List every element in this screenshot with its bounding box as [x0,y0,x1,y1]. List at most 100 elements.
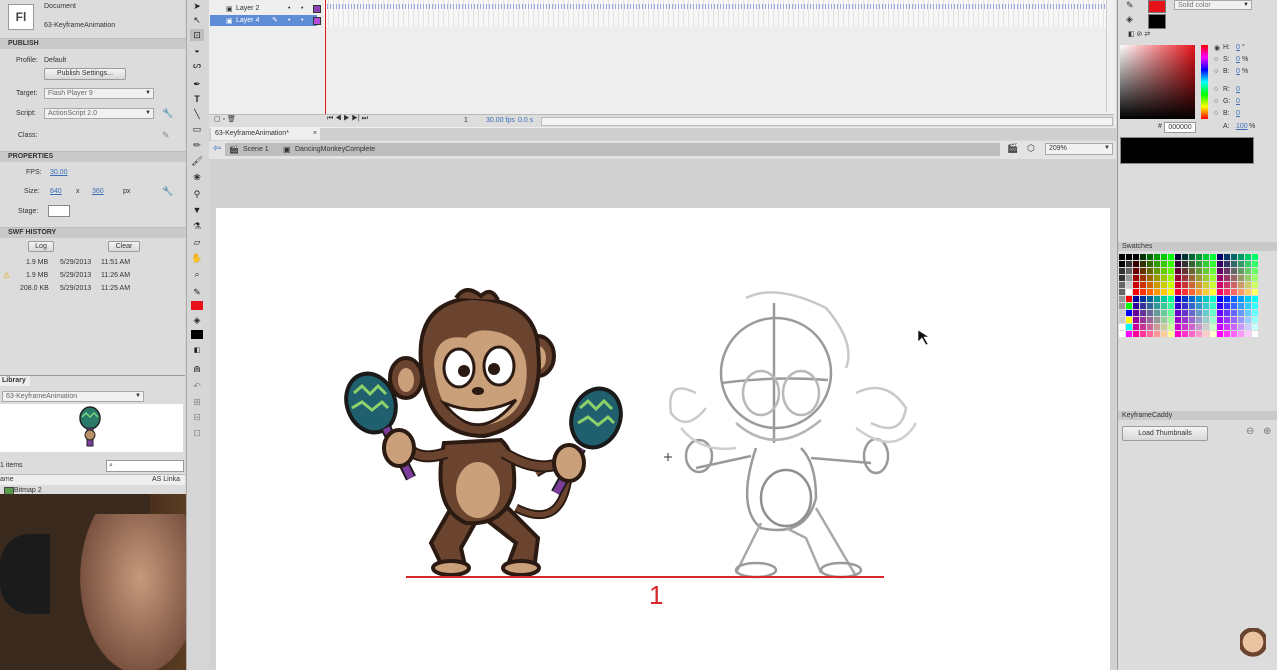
color-swatch[interactable] [1189,324,1195,330]
r-value[interactable]: 0 [1236,86,1240,93]
r-radio[interactable]: ○ [1214,86,1218,93]
color-swatch[interactable] [1231,282,1237,288]
color-swatch[interactable] [1231,289,1237,295]
eraser-tool-icon[interactable]: ▱ [190,236,204,248]
color-swatch[interactable] [1126,261,1132,267]
color-swatch[interactable] [1231,296,1237,302]
layer-buttons[interactable]: ▢ ▫ 🗑 [214,115,236,123]
lock-dot[interactable]: • [301,3,303,14]
color-swatch[interactable] [1189,268,1195,274]
color-swatch[interactable] [1203,275,1209,281]
color-swatch[interactable] [1196,324,1202,330]
color-swatch[interactable] [1252,303,1258,309]
color-swatch[interactable] [1182,331,1188,337]
color-swatch[interactable] [1175,275,1181,281]
color-swatch[interactable] [1189,261,1195,267]
close-tab-icon[interactable]: × [313,128,317,140]
color-swatch[interactable] [1245,261,1251,267]
color-swatch[interactable] [1196,289,1202,295]
color-swatch[interactable] [1189,303,1195,309]
fill-bucket-icon[interactable]: ◈ [1126,14,1133,25]
zoom-select[interactable]: 209% ▼ [1045,143,1113,155]
timeline-scrollbar[interactable] [541,117,1113,126]
color-swatch[interactable] [1203,296,1209,302]
color-swatch[interactable] [1154,331,1160,337]
color-swatch[interactable] [1168,317,1174,323]
color-swatch[interactable] [1175,303,1181,309]
color-swatch[interactable] [1168,282,1174,288]
color-swatch[interactable] [1147,296,1153,302]
color-option-icons[interactable]: ◧ ⊘ ⇄ [1128,30,1150,38]
color-swatch[interactable] [1196,275,1202,281]
color-swatch[interactable] [1168,254,1174,260]
color-swatch[interactable] [1147,282,1153,288]
color-swatch[interactable] [1119,331,1125,337]
color-swatch[interactable] [1245,331,1251,337]
color-swatch[interactable] [1245,324,1251,330]
color-swatch[interactable] [1189,310,1195,316]
color-swatch[interactable] [1224,317,1230,323]
color-swatch[interactable] [1182,275,1188,281]
color-swatch[interactable] [1133,303,1139,309]
color-swatch[interactable] [1119,275,1125,281]
color-swatch[interactable] [1175,261,1181,267]
stroke-color-chip[interactable] [1148,0,1166,13]
color-swatch[interactable] [1231,331,1237,337]
color-swatch[interactable] [1126,317,1132,323]
timeline-vscrollbar[interactable] [1106,0,1115,112]
alpha-value[interactable]: 100 [1236,123,1248,130]
color-picker-field[interactable] [1120,45,1195,119]
color-swatch[interactable] [1133,324,1139,330]
color-swatch[interactable] [1175,317,1181,323]
color-swatch[interactable] [1196,331,1202,337]
color-swatch[interactable] [1203,303,1209,309]
color-swatch[interactable] [1168,331,1174,337]
color-swatch[interactable] [1154,296,1160,302]
color-swatch[interactable] [1161,331,1167,337]
pencil-tool-icon[interactable]: ✏ [190,139,204,151]
hex-input[interactable]: 000000 [1164,122,1196,133]
color-swatch[interactable] [1154,310,1160,316]
color-swatch[interactable] [1196,282,1202,288]
g-radio[interactable]: ○ [1214,98,1218,105]
color-swatch[interactable] [1224,331,1230,337]
color-swatch[interactable] [1224,303,1230,309]
color-swatch[interactable] [1161,317,1167,323]
color-swatch[interactable] [1140,282,1146,288]
log-button[interactable]: Log [28,241,54,252]
layer-color-swatch[interactable] [313,17,321,25]
color-swatch[interactable] [1245,282,1251,288]
color-swatch[interactable] [1175,282,1181,288]
color-swatch[interactable] [1231,324,1237,330]
color-swatch[interactable] [1224,254,1230,260]
color-swatch[interactable] [1140,268,1146,274]
color-swatch[interactable] [1182,254,1188,260]
bone-tool-icon[interactable]: ⚲ [190,188,204,200]
color-swatch[interactable] [1238,303,1244,309]
back-arrow-icon[interactable]: ⇦ [213,143,221,154]
linkage-column[interactable]: AS Linka [152,476,180,483]
color-swatch[interactable] [1203,268,1209,274]
color-swatch[interactable] [1182,268,1188,274]
color-swatch[interactable] [1154,268,1160,274]
color-swatch[interactable] [1238,317,1244,323]
color-swatch[interactable] [1238,331,1244,337]
symbol-breadcrumb[interactable]: DancingMonkeyComplete [295,143,375,156]
fill-color-swatch[interactable] [191,330,203,339]
color-swatch[interactable] [1217,261,1223,267]
color-swatch[interactable] [1196,261,1202,267]
brush-tool-icon[interactable]: 🖌 [190,155,204,167]
g-value[interactable]: 0 [1236,98,1240,105]
color-swatch[interactable] [1210,317,1216,323]
fill-color-bucket-icon[interactable]: ◈ [190,314,204,326]
color-swatch[interactable] [1161,275,1167,281]
color-swatch[interactable] [1161,268,1167,274]
color-swatch[interactable] [1140,317,1146,323]
width-value[interactable]: 640 [50,188,62,195]
color-swatch[interactable] [1182,310,1188,316]
color-swatch[interactable] [1224,261,1230,267]
color-swatch[interactable] [1203,331,1209,337]
text-tool-icon[interactable]: T [190,93,204,105]
color-swatch[interactable] [1245,310,1251,316]
color-swatch[interactable] [1182,261,1188,267]
